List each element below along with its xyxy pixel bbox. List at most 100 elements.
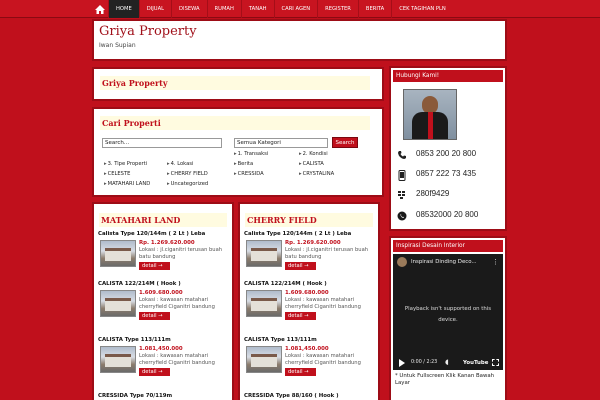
filter-celeste[interactable]: ▸CELESTE: [104, 171, 130, 177]
filter-lokasi[interactable]: ▸4. Lokasi: [167, 161, 193, 167]
listing-title[interactable]: CALISTA Type 113/111m: [98, 337, 230, 343]
listing-title[interactable]: Calista Type 120/144m ( 2 Lt ) Leba: [98, 231, 230, 237]
listing-title[interactable]: CALISTA 122/214M ( Hook ): [98, 281, 230, 287]
bbm-icon: [397, 190, 407, 200]
detail-button[interactable]: detail →: [285, 368, 316, 376]
youtube-logo[interactable]: YouTube: [463, 360, 488, 366]
site-subtitle: Iwan Supian: [99, 42, 136, 49]
listing-price: 1.609.680.000: [285, 290, 329, 296]
filter-crystalina[interactable]: ▸CRYSTALINA: [299, 171, 334, 177]
listing-price: Rp. 1.269.620.000: [139, 240, 195, 246]
listing-thumbnail[interactable]: [246, 346, 282, 373]
channel-avatar: [397, 257, 407, 267]
listing-card: Calista Type 120/144m ( 2 Lt ) Leba Rp. …: [98, 231, 230, 275]
contact-row: 08532000 20 800: [397, 209, 497, 223]
agent-photo: [403, 89, 457, 140]
listing-location: Lokasi : kawasan matahari cherryfield Ci…: [285, 353, 361, 366]
nav-menu: HOME DIJUAL DISEWA RUMAH TANAH CARI AGEN…: [108, 0, 453, 18]
listing-card: CALISTA 122/214M ( Hook ) 1.609.680.000 …: [98, 281, 230, 325]
mobile-icon: [397, 169, 407, 181]
detail-button[interactable]: detail →: [285, 262, 316, 270]
listing-card: Calista Type 120/144m ( 2 Lt ) Leba Rp. …: [244, 231, 376, 275]
detail-button[interactable]: detail →: [285, 312, 316, 320]
listing-price: 1.081,450.000: [285, 346, 329, 352]
listing-title[interactable]: CALISTA 122/214M ( Hook ): [244, 281, 376, 287]
listing-card: CALISTA 122/214M ( Hook ) 1.609.680.000 …: [244, 281, 376, 325]
listing-price: Rp. 1.269.620.000: [285, 240, 341, 246]
search-button[interactable]: Search: [332, 137, 358, 148]
detail-button[interactable]: detail →: [139, 262, 170, 270]
category-select[interactable]: Semua Kategori: [234, 138, 328, 148]
contact-row: 0853 200 20 800: [397, 148, 497, 162]
fullscreen-icon[interactable]: [492, 359, 499, 366]
contact-mobile[interactable]: 0857 222 73 435: [416, 169, 476, 178]
listing-card: CALISTA Type 113/111m 1.081,450.000 Loka…: [98, 337, 230, 381]
detail-button[interactable]: detail →: [139, 312, 170, 320]
contact-phone[interactable]: 0853 200 20 800: [416, 149, 476, 158]
filter-calista[interactable]: ▸CALISTA: [299, 161, 324, 167]
video-time: 0:00 / 2:23: [411, 360, 438, 365]
more-options-icon[interactable]: ⋮: [492, 258, 499, 266]
filter-cherry-field[interactable]: ▸CHERRY FIELD: [167, 171, 208, 177]
listing-thumbnail[interactable]: [100, 290, 136, 317]
contact-row: 280f9429: [397, 188, 497, 202]
nav-item-disewa[interactable]: DISEWA: [171, 0, 207, 18]
nav-item-cek-tagihan-pln[interactable]: CEK TAGIHAN PLN: [391, 0, 453, 18]
contact-bbm[interactable]: 280f9429: [416, 189, 449, 198]
video-widget: Inspirasi Desain Interior Inspirasi Dind…: [389, 236, 507, 400]
listing-card: CRESSIDA Type 88/160 ( Hook ): [244, 393, 376, 400]
video-title[interactable]: Inspirasi Dinding Deco...: [411, 259, 477, 265]
nav-item-register[interactable]: REGISTER: [317, 0, 358, 18]
matahari-land-section: MATAHARI LAND Calista Type 120/144m ( 2 …: [92, 202, 234, 400]
detail-button[interactable]: detail →: [139, 368, 170, 376]
nav-item-cari-agen[interactable]: CARI AGEN: [273, 0, 318, 18]
listing-location: Lokasi : kawasan matahari cherryfield Ci…: [139, 353, 215, 366]
filter-kondisi[interactable]: ▸2. Kondisi: [299, 151, 328, 157]
filter-cressida[interactable]: ▸CRESSIDA: [234, 171, 264, 177]
whatsapp-icon: [397, 211, 407, 221]
nav-item-home[interactable]: HOME: [108, 0, 139, 18]
fullscreen-note: * Untuk Fullscreen Klik Kanan Bawah Laya…: [395, 373, 495, 386]
nav-item-rumah[interactable]: RUMAH: [206, 0, 241, 18]
listing-location: Lokasi : kawasan matahari cherryfield Ci…: [139, 297, 215, 310]
nav-item-berita[interactable]: BERITA: [357, 0, 391, 18]
listing-location: Lokasi : jl.ciganitri terusan buah batu …: [285, 247, 369, 260]
listing-card: CRESSIDA Type 70/119m: [98, 393, 230, 400]
listing-price: 1.081,450.000: [139, 346, 183, 352]
listing-title[interactable]: Calista Type 120/144m ( 2 Lt ) Leba: [244, 231, 376, 237]
home-icon[interactable]: [92, 1, 108, 17]
filter-matahari-land[interactable]: ▸MATAHARI LAND: [104, 181, 150, 187]
listing-thumbnail[interactable]: [246, 290, 282, 317]
filter-uncategorized[interactable]: ▸Uncategorized: [167, 181, 208, 187]
cherry-heading[interactable]: CHERRY FIELD: [245, 213, 373, 227]
griya-box: Griya Property: [92, 67, 384, 101]
contact-whatsapp[interactable]: 08532000 20 800: [416, 210, 478, 219]
nav-item-dijual[interactable]: DIJUAL: [138, 0, 171, 18]
listing-title[interactable]: CRESSIDA Type 88/160 ( Hook ): [244, 393, 376, 399]
contact-row: 0857 222 73 435: [397, 168, 497, 182]
listing-thumbnail[interactable]: [100, 240, 136, 267]
filter-tipe-properti[interactable]: ▸3. Tipe Properti: [104, 161, 147, 167]
search-heading: Cari Properti: [100, 116, 370, 130]
matahari-heading[interactable]: MATAHARI LAND: [99, 213, 227, 227]
search-input[interactable]: Search...: [102, 138, 222, 148]
listing-card: CALISTA Type 113/111m 1.081,450.000 Loka…: [244, 337, 376, 381]
listing-title[interactable]: CALISTA Type 113/111m: [244, 337, 376, 343]
filter-transaksi[interactable]: ▸1. Transaksi: [234, 151, 268, 157]
volume-icon[interactable]: ◖: [445, 358, 449, 366]
listing-thumbnail[interactable]: [246, 240, 282, 267]
filter-berita[interactable]: ▸Berita: [234, 161, 253, 167]
playback-message: Playback isn't supported on this device.: [404, 306, 492, 323]
play-icon[interactable]: [399, 359, 405, 367]
listing-location: Lokasi : kawasan matahari cherryfield Ci…: [285, 297, 361, 310]
video-controls: 0:00 / 2:23 ◖ YouTube: [393, 356, 503, 370]
listing-title[interactable]: CRESSIDA Type 70/119m: [98, 393, 230, 399]
listing-thumbnail[interactable]: [100, 346, 136, 373]
video-player[interactable]: Inspirasi Dinding Deco... ⋮ Playback isn…: [393, 254, 503, 370]
nav-item-tanah[interactable]: TANAH: [240, 0, 274, 18]
contact-heading: Hubungi Kami!: [393, 70, 503, 82]
phone-icon: [397, 150, 407, 160]
site-title[interactable]: Griya Property: [99, 24, 197, 39]
site-header: Griya Property Iwan Supian: [92, 19, 507, 61]
cherry-field-section: CHERRY FIELD Calista Type 120/144m ( 2 L…: [238, 202, 380, 400]
